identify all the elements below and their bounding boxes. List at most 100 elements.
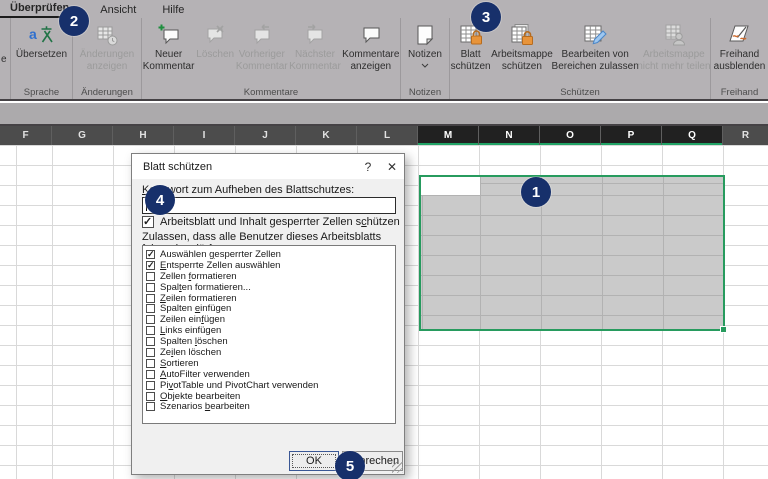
chevron-down-icon bbox=[421, 63, 429, 68]
annotation-step-5: 5 bbox=[335, 451, 365, 479]
option-label: AutoFilter verwenden bbox=[160, 368, 250, 380]
option-checkbox[interactable] bbox=[146, 249, 155, 260]
option-checkbox[interactable] bbox=[146, 347, 155, 357]
translate-icon: a bbox=[29, 26, 54, 43]
bearbeiten-von-bereichen-zulassen-button[interactable]: Bearbeiten von Bereichen zulassen bbox=[551, 21, 639, 73]
tab-hilfe[interactable]: Hilfe bbox=[149, 2, 197, 18]
column-header-f[interactable]: F bbox=[0, 126, 52, 145]
list-item[interactable]: Spalten formatieren... bbox=[146, 282, 395, 293]
column-header-l[interactable]: L bbox=[357, 126, 418, 145]
resize-grip[interactable] bbox=[392, 462, 403, 473]
button-label: Bereichen zulassen bbox=[551, 60, 639, 72]
column-header-k[interactable]: K bbox=[296, 126, 357, 145]
list-item[interactable]: Sortieren bbox=[146, 358, 395, 369]
option-checkbox[interactable] bbox=[146, 369, 155, 379]
group-label-aenderungen: Änderungen bbox=[81, 87, 133, 98]
annotation-step-3: 3 bbox=[471, 2, 501, 32]
list-item[interactable]: Objekte bearbeiten bbox=[146, 391, 395, 402]
vorheriger-kommentar-button: Vorheriger Kommentar bbox=[235, 21, 288, 73]
button-label: anzeigen bbox=[350, 60, 392, 72]
option-checkbox[interactable] bbox=[146, 282, 155, 292]
active-cell[interactable] bbox=[421, 177, 480, 195]
list-item[interactable]: Links einfügen bbox=[146, 325, 395, 336]
kommentare-anzeigen-button[interactable]: Kommentare anzeigen bbox=[342, 21, 400, 73]
button-label: nicht mehr teilen bbox=[637, 60, 711, 72]
clipped-button-label: e bbox=[1, 54, 7, 65]
option-checkbox[interactable] bbox=[146, 380, 155, 390]
button-label: Notizen bbox=[408, 49, 442, 60]
tab-ansicht[interactable]: Ansicht bbox=[87, 2, 149, 18]
option-checkbox[interactable] bbox=[146, 271, 155, 281]
option-checkbox[interactable] bbox=[146, 402, 155, 412]
password-input[interactable] bbox=[142, 197, 396, 214]
option-checkbox[interactable] bbox=[146, 326, 155, 336]
column-header-j[interactable]: J bbox=[235, 126, 296, 145]
dialog-close-button[interactable]: ✕ bbox=[380, 154, 404, 179]
neuer-kommentar-button[interactable]: Neuer Kommentar bbox=[142, 21, 195, 73]
option-label: Zellen formatieren bbox=[160, 270, 237, 282]
delete-comment-icon bbox=[207, 25, 224, 44]
column-header-q[interactable]: Q bbox=[662, 126, 723, 145]
option-label: PivotTable und PivotChart verwenden bbox=[160, 379, 319, 391]
ribbon-group-clipped: e bbox=[0, 18, 11, 99]
column-header-r[interactable]: R bbox=[723, 126, 768, 145]
column-header-i[interactable]: I bbox=[174, 126, 235, 145]
option-checkbox[interactable] bbox=[146, 358, 155, 368]
option-checkbox[interactable] bbox=[146, 337, 155, 347]
column-header-m[interactable]: M bbox=[418, 126, 479, 145]
group-label-freihand: Freihand bbox=[720, 87, 759, 98]
svg-text:a: a bbox=[29, 26, 37, 42]
list-item[interactable]: Auswählen gesperrter Zellen bbox=[146, 249, 395, 260]
group-label-sprache: Sprache bbox=[23, 87, 60, 98]
notizen-button[interactable]: Notizen bbox=[406, 21, 444, 69]
list-item[interactable]: Zellen formatieren bbox=[146, 271, 395, 282]
option-label: Sortieren bbox=[160, 357, 199, 369]
previous-comment-icon bbox=[254, 24, 270, 45]
list-item[interactable]: Spalten löschen bbox=[146, 336, 395, 347]
annotation-step-1: 1 bbox=[521, 177, 551, 207]
column-header-o[interactable]: O bbox=[540, 126, 601, 145]
option-checkbox[interactable] bbox=[146, 293, 155, 303]
list-item[interactable]: Entsperrte Zellen auswählen bbox=[146, 260, 395, 271]
list-item[interactable]: AutoFilter verwenden bbox=[146, 369, 395, 380]
button-label: Kommentare bbox=[342, 49, 400, 60]
dialog-titlebar: Blatt schützen ? ✕ bbox=[132, 154, 404, 179]
fill-handle[interactable] bbox=[720, 326, 727, 333]
list-item[interactable]: Zeilen löschen bbox=[146, 347, 395, 358]
button-label: schützen bbox=[501, 60, 542, 72]
button-label: Blatt bbox=[460, 49, 481, 60]
option-checkbox[interactable] bbox=[146, 260, 155, 271]
option-label: Zeilen löschen bbox=[160, 346, 222, 358]
protect-contents-checkbox[interactable] bbox=[142, 215, 154, 228]
ok-button[interactable]: OK bbox=[289, 451, 339, 471]
column-header-g[interactable]: G bbox=[52, 126, 113, 145]
option-checkbox[interactable] bbox=[146, 391, 155, 401]
column-header-p[interactable]: P bbox=[601, 126, 662, 145]
list-item[interactable]: Zeilen formatieren bbox=[146, 293, 395, 304]
ribbon: Überprüfen Ansicht Hilfe e a Übersetzen bbox=[0, 0, 768, 101]
dialog-help-button[interactable]: ? bbox=[356, 154, 380, 179]
selected-range[interactable] bbox=[419, 175, 727, 333]
column-header-n[interactable]: N bbox=[479, 126, 540, 145]
list-item[interactable]: Szenarios bearbeiten bbox=[146, 401, 395, 412]
button-label: Kommentar bbox=[289, 60, 341, 72]
show-changes-icon bbox=[97, 26, 118, 46]
option-checkbox[interactable] bbox=[146, 304, 155, 314]
list-item[interactable]: Spalten einfügen bbox=[146, 303, 395, 314]
permissions-listbox[interactable]: Auswählen gesperrter Zellen Entsperrte Z… bbox=[142, 245, 396, 424]
protect-contents-checkbox-row[interactable]: Arbeitsblatt und Inhalt gesperrter Zelle… bbox=[142, 215, 400, 228]
freihand-ausblenden-button[interactable]: Freihand ausblenden bbox=[712, 21, 768, 73]
button-label: schützen bbox=[450, 60, 491, 72]
arbeitsmappe-schuetzen-button[interactable]: Arbeitsmappe schützen bbox=[491, 21, 553, 73]
group-label-schuetzen: Schützen bbox=[560, 87, 600, 98]
column-headers: F G H I J K L M N O P Q R bbox=[0, 126, 768, 145]
column-header-h[interactable]: H bbox=[113, 126, 174, 145]
group-label-notizen: Notizen bbox=[408, 87, 442, 98]
option-checkbox[interactable] bbox=[146, 315, 155, 325]
option-label: Auswählen gesperrter Zellen bbox=[160, 248, 281, 260]
button-label: Freihand bbox=[719, 49, 760, 60]
list-item[interactable]: PivotTable und PivotChart verwenden bbox=[146, 380, 395, 391]
list-item[interactable]: Zeilen einfügen bbox=[146, 314, 395, 325]
group-label-kommentare: Kommentare bbox=[243, 87, 299, 98]
button-label: Löschen bbox=[196, 49, 235, 60]
